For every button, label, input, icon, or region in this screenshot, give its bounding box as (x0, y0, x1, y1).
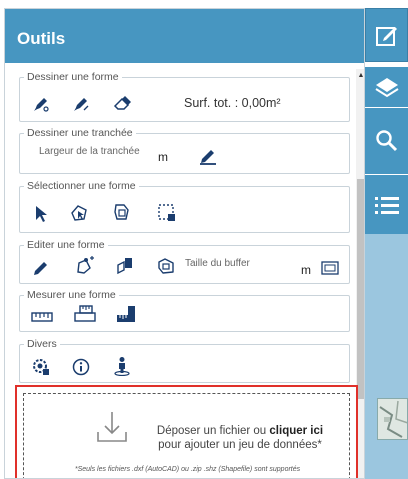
panel-title: Outils (5, 9, 364, 63)
buffer-icon[interactable] (156, 256, 176, 276)
buffer-toggle-icon[interactable] (321, 261, 339, 275)
trench-width-input[interactable]: Largeur de la tranchée (39, 146, 140, 157)
person-location-icon[interactable] (113, 356, 131, 376)
edit-vertices-icon[interactable] (75, 256, 95, 276)
tools-panel: Outils ▲ Dessiner une forme Surf. tot. :… (4, 8, 365, 479)
group-select-shape: Sélectionner une forme (19, 179, 350, 233)
tab-search[interactable] (365, 108, 408, 174)
trench-unit: m (158, 150, 168, 164)
drop-zone-text: Déposer un fichier ou cliquer ici pour a… (144, 424, 336, 452)
basemap-thumbnail[interactable] (377, 398, 408, 440)
group-draw-shape: Dessiner une forme Surf. tot. : 0,00m² (19, 70, 350, 122)
tab-layers[interactable] (365, 67, 408, 107)
tab-edit[interactable] (365, 8, 408, 62)
draw-polygon-icon[interactable] (32, 95, 50, 113)
ruler-angle-icon[interactable] (116, 305, 136, 323)
ruler-area-icon[interactable] (74, 305, 96, 323)
group-legend: Mesurer une forme (24, 288, 119, 302)
buffer-unit: m (301, 263, 311, 277)
pencil-icon[interactable] (32, 258, 50, 276)
group-legend: Sélectionner une forme (24, 179, 139, 193)
extrude-icon[interactable] (115, 256, 135, 276)
settings-icon[interactable] (32, 358, 50, 376)
pencil-icon[interactable] (198, 145, 218, 165)
select-box-icon[interactable] (157, 203, 177, 223)
drop-zone-line1: Déposer un fichier ou (156, 425, 267, 437)
group-draw-trench: Dessiner une tranchée Largeur de la tran… (19, 126, 350, 174)
eraser-icon[interactable] (113, 94, 133, 112)
map-preview-icon (379, 400, 407, 438)
search-icon (375, 130, 397, 152)
ruler-length-icon[interactable] (31, 311, 53, 323)
group-legend: Dessiner une tranchée (24, 126, 136, 140)
group-edit-shape: Editer une forme Taille du buffer m (19, 238, 350, 284)
group-legend: Editer une forme (24, 238, 108, 252)
file-drop-zone[interactable]: Déposer un fichier ou cliquer ici pour a… (15, 385, 358, 478)
download-tray-icon (96, 410, 128, 444)
tab-strip-background (365, 234, 408, 479)
drop-zone-dashed-area[interactable]: Déposer un fichier ou cliquer ici pour a… (23, 393, 350, 478)
total-surface-readout: Surf. tot. : 0,00m² (184, 96, 281, 110)
select-polygon-icon[interactable] (69, 203, 89, 223)
info-icon[interactable] (72, 358, 90, 376)
edit-icon (375, 27, 397, 46)
group-legend: Divers (24, 337, 60, 351)
scroll-up-arrow[interactable]: ▲ (356, 71, 364, 81)
app-window: Outils ▲ Dessiner une forme Surf. tot. :… (0, 0, 408, 479)
group-measure-shape: Mesurer une forme (19, 288, 350, 332)
scroll-thumb[interactable] (357, 179, 364, 399)
group-misc: Divers (19, 337, 350, 383)
tab-list[interactable] (365, 175, 408, 234)
supported-formats-note: *Seuls les fichiers .dxf (AutoCAD) ou .z… (74, 466, 301, 473)
layers-icon (374, 78, 399, 98)
list-icon (374, 196, 399, 214)
select-shape-icon[interactable] (112, 202, 132, 222)
pointer-icon[interactable] (34, 205, 48, 223)
draw-line-icon[interactable] (72, 95, 90, 113)
drop-zone-line2: pour ajouter un jeu de données* (158, 439, 322, 451)
click-here-link[interactable]: cliquer ici (269, 425, 323, 437)
group-legend: Dessiner une forme (24, 70, 122, 84)
buffer-size-input[interactable]: Taille du buffer (185, 258, 250, 269)
